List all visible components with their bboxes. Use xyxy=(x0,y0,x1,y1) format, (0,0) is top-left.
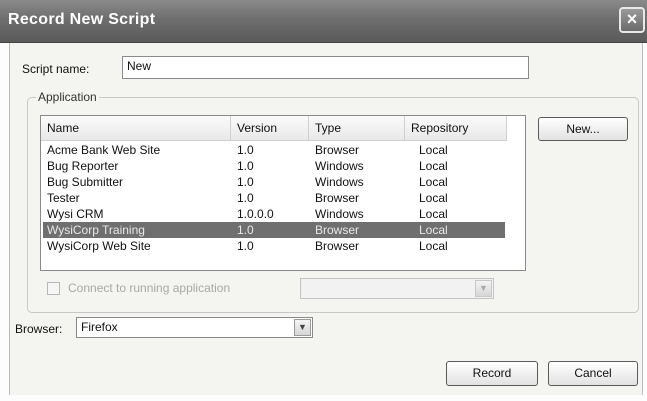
column-header-repository[interactable]: Repository xyxy=(405,116,507,140)
connect-checkbox[interactable] xyxy=(47,282,60,295)
new-application-button[interactable]: New... xyxy=(538,117,628,141)
script-name-label: Script name: xyxy=(22,62,90,76)
browser-select[interactable]: Firefox ▼ xyxy=(76,317,313,338)
row-name: Acme Bank Web Site xyxy=(47,143,161,157)
row-version: 1.0 xyxy=(237,143,254,157)
running-process-combo[interactable]: ▼ xyxy=(300,278,494,299)
record-button[interactable]: Record xyxy=(446,361,538,386)
list-row[interactable]: Bug Reporter 1.0 Windows Local xyxy=(43,158,505,174)
close-icon: × xyxy=(626,9,638,29)
application-list[interactable]: Name Version Type Repository Acme Bank W… xyxy=(40,115,526,271)
row-type: Browser xyxy=(315,239,360,253)
row-version: 1.0 xyxy=(237,175,254,189)
browser-label: Browser: xyxy=(15,322,63,336)
row-version: 1.0 xyxy=(237,159,254,173)
cancel-button[interactable]: Cancel xyxy=(548,361,638,386)
row-name: WysiCorp Training xyxy=(47,223,145,237)
chevron-down-icon[interactable]: ▼ xyxy=(294,319,311,336)
row-type: Windows xyxy=(315,159,364,173)
row-repository: Local xyxy=(419,143,448,157)
row-repository: Local xyxy=(419,207,448,221)
row-repository: Local xyxy=(419,191,448,205)
list-row-selected[interactable]: WysiCorp Training 1.0 Browser Local xyxy=(43,222,505,238)
row-repository: Local xyxy=(419,239,448,253)
connect-label: Connect to running application xyxy=(68,281,231,295)
script-name-input[interactable]: New xyxy=(122,56,529,79)
list-row[interactable]: WysiCorp Web Site 1.0 Browser Local xyxy=(43,238,505,254)
row-type: Browser xyxy=(315,191,360,205)
row-name: Wysi CRM xyxy=(47,207,104,221)
row-version: 1.0.0.0 xyxy=(237,207,274,221)
row-repository: Local xyxy=(419,175,448,189)
row-type: Windows xyxy=(315,207,364,221)
row-repository: Local xyxy=(419,159,448,173)
list-row[interactable]: Tester 1.0 Browser Local xyxy=(43,190,505,206)
row-name: Bug Reporter xyxy=(47,159,119,173)
row-version: 1.0 xyxy=(237,223,254,237)
row-name: WysiCorp Web Site xyxy=(47,239,151,253)
list-row[interactable]: Acme Bank Web Site 1.0 Browser Local xyxy=(43,142,505,158)
row-version: 1.0 xyxy=(237,239,254,253)
row-repository: Local xyxy=(419,223,448,237)
browser-value: Firefox xyxy=(81,320,118,334)
title-bar: Record New Script × xyxy=(0,0,647,43)
list-row[interactable]: Bug Submitter 1.0 Windows Local xyxy=(43,174,505,190)
column-header-name[interactable]: Name xyxy=(41,116,231,140)
row-type: Windows xyxy=(315,175,364,189)
row-type: Browser xyxy=(315,223,360,237)
list-row[interactable]: Wysi CRM 1.0.0.0 Windows Local xyxy=(43,206,505,222)
window-title: Record New Script xyxy=(8,11,156,28)
chevron-down-icon[interactable]: ▼ xyxy=(475,280,492,297)
column-header-version[interactable]: Version xyxy=(231,116,309,140)
script-name-value: New xyxy=(127,59,152,73)
column-header-type[interactable]: Type xyxy=(309,116,405,140)
row-version: 1.0 xyxy=(237,191,254,205)
row-type: Browser xyxy=(315,143,360,157)
close-button[interactable]: × xyxy=(619,7,645,33)
list-header: Name Version Type Repository xyxy=(41,116,507,141)
row-name: Tester xyxy=(47,191,80,205)
application-group-title: Application xyxy=(36,90,99,104)
row-name: Bug Submitter xyxy=(47,175,124,189)
